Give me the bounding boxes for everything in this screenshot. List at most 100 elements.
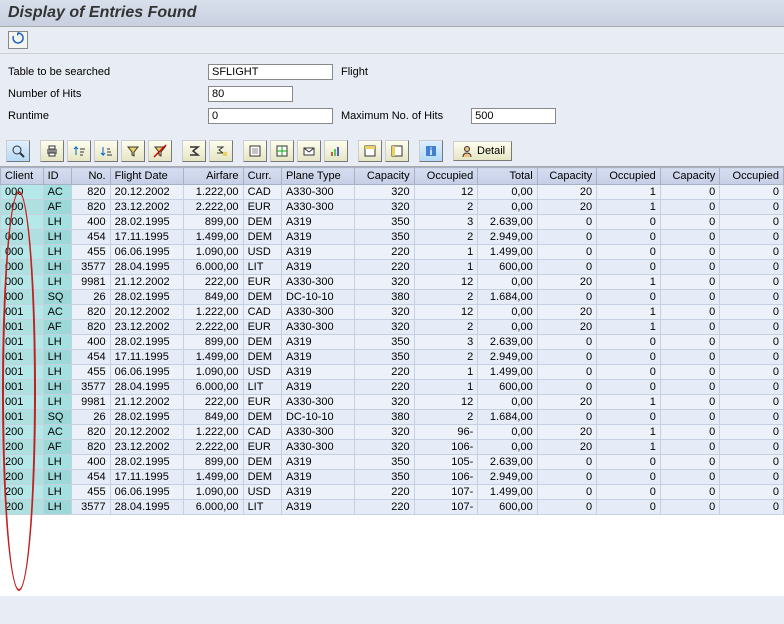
detail-button[interactable]: Detail xyxy=(453,141,512,161)
cell: 0 xyxy=(660,425,719,440)
cell: 380 xyxy=(355,410,414,425)
cell: 2 xyxy=(414,230,478,245)
cell: 2 xyxy=(414,350,478,365)
table-row[interactable]: 000LH998121.12.2002222,00EURA330-3003201… xyxy=(1,275,784,290)
info-icon[interactable]: i xyxy=(419,140,443,162)
sort-asc-icon[interactable] xyxy=(67,140,91,162)
cell: A319 xyxy=(281,470,354,485)
table-row[interactable]: 000SQ2628.02.1995849,00DEMDC-10-1038021.… xyxy=(1,290,784,305)
cell: DC-10-10 xyxy=(281,410,354,425)
refresh-icon[interactable] xyxy=(8,31,28,49)
results-table-wrap[interactable]: ClientIDNo.Flight DateAirfareCurr.Plane … xyxy=(0,166,784,596)
table-row[interactable]: 000LH45417.11.19951.499,00DEMA31935022.9… xyxy=(1,230,784,245)
table-row[interactable]: 000LH40028.02.1995899,00DEMA31935032.639… xyxy=(1,215,784,230)
cell: 1 xyxy=(597,305,661,320)
col-header[interactable]: Flight Date xyxy=(110,168,184,185)
cell: 899,00 xyxy=(184,335,243,350)
table-row[interactable]: 000AC82020.12.20021.222,00CADA330-300320… xyxy=(1,185,784,200)
col-header[interactable]: Client xyxy=(1,168,44,185)
layout-icon[interactable] xyxy=(358,140,382,162)
cell: 600,00 xyxy=(478,260,537,275)
cell: CAD xyxy=(243,185,281,200)
table-row[interactable]: 200LH45417.11.19951.499,00DEMA319350106-… xyxy=(1,470,784,485)
subtotal-icon[interactable] xyxy=(209,140,233,162)
cell: 28.04.1995 xyxy=(110,500,184,515)
cell: 0 xyxy=(597,215,661,230)
cell: 1.499,00 xyxy=(184,230,243,245)
cell: 0 xyxy=(720,275,784,290)
table-row[interactable]: 001SQ2628.02.1995849,00DEMDC-10-1038021.… xyxy=(1,410,784,425)
cell: 820 xyxy=(72,440,110,455)
col-header[interactable]: Occupied xyxy=(720,168,784,185)
col-header[interactable]: Occupied xyxy=(414,168,478,185)
table-row[interactable]: 001AF82023.12.20022.222,00EURA330-300320… xyxy=(1,320,784,335)
table-row[interactable]: 001AC82020.12.20021.222,00CADA330-300320… xyxy=(1,305,784,320)
cell: 0 xyxy=(660,485,719,500)
table-row[interactable]: 000AF82023.12.20022.222,00EURA330-300320… xyxy=(1,200,784,215)
cell: 1.499,00 xyxy=(478,485,537,500)
cell: 20 xyxy=(537,200,596,215)
cell: EUR xyxy=(243,200,281,215)
max-hits-input[interactable] xyxy=(471,108,556,124)
cell: 20 xyxy=(537,185,596,200)
cell: 0 xyxy=(597,470,661,485)
table-row[interactable]: 001LH357728.04.19956.000,00LITA319220160… xyxy=(1,380,784,395)
mail-icon[interactable] xyxy=(297,140,321,162)
col-header[interactable]: Capacity xyxy=(660,168,719,185)
table-row[interactable]: 200LH357728.04.19956.000,00LITA319220107… xyxy=(1,500,784,515)
cell: 320 xyxy=(355,200,414,215)
table-row[interactable]: 200AC82020.12.20021.222,00CADA330-300320… xyxy=(1,425,784,440)
cell: 1.684,00 xyxy=(478,290,537,305)
table-row[interactable]: 200AF82023.12.20022.222,00EURA330-300320… xyxy=(1,440,784,455)
cell: 000 xyxy=(1,275,44,290)
table-row[interactable]: 001LH40028.02.1995899,00DEMA31935032.639… xyxy=(1,335,784,350)
col-header[interactable]: Capacity xyxy=(537,168,596,185)
cell: 0,00 xyxy=(478,395,537,410)
cell: 220 xyxy=(355,485,414,500)
cell: 0 xyxy=(597,500,661,515)
filter-icon[interactable] xyxy=(121,140,145,162)
col-header[interactable]: Airfare xyxy=(184,168,243,185)
cell: 105- xyxy=(414,455,478,470)
col-header[interactable]: Plane Type xyxy=(281,168,354,185)
cell: 0 xyxy=(597,335,661,350)
export-spread-icon[interactable] xyxy=(270,140,294,162)
col-header[interactable]: Curr. xyxy=(243,168,281,185)
cell: 0 xyxy=(537,335,596,350)
cell: 1.090,00 xyxy=(184,485,243,500)
col-header[interactable]: Capacity xyxy=(355,168,414,185)
table-row[interactable]: 200LH45506.06.19951.090,00USDA319220107-… xyxy=(1,485,784,500)
cell: 320 xyxy=(355,425,414,440)
cell: 455 xyxy=(72,365,110,380)
cell: 350 xyxy=(355,230,414,245)
layout-change-icon[interactable] xyxy=(385,140,409,162)
table-row[interactable]: 001LH45417.11.19951.499,00DEMA31935022.9… xyxy=(1,350,784,365)
details-icon[interactable] xyxy=(6,140,30,162)
runtime-input[interactable] xyxy=(208,108,333,124)
export-icon[interactable] xyxy=(243,140,267,162)
cell: 17.11.1995 xyxy=(110,230,184,245)
table-search-input[interactable] xyxy=(208,64,333,80)
col-header[interactable]: ID xyxy=(43,168,72,185)
table-row[interactable]: 000LH357728.04.19956.000,00LITA319220160… xyxy=(1,260,784,275)
col-header[interactable]: Occupied xyxy=(597,168,661,185)
table-row[interactable]: 000LH45506.06.19951.090,00USDA31922011.4… xyxy=(1,245,784,260)
sum-icon[interactable] xyxy=(182,140,206,162)
col-header[interactable]: Total xyxy=(478,168,537,185)
cell: 23.12.2002 xyxy=(110,200,184,215)
col-header[interactable]: No. xyxy=(72,168,110,185)
cell: AF xyxy=(43,200,72,215)
filter-del-icon[interactable] xyxy=(148,140,172,162)
table-row[interactable]: 200LH40028.02.1995899,00DEMA319350105-2.… xyxy=(1,455,784,470)
cell: A330-300 xyxy=(281,200,354,215)
graph-icon[interactable] xyxy=(324,140,348,162)
print-icon[interactable] xyxy=(40,140,64,162)
sort-desc-icon[interactable] xyxy=(94,140,118,162)
cell: 0 xyxy=(720,185,784,200)
num-hits-input[interactable] xyxy=(208,86,293,102)
cell: 2.949,00 xyxy=(478,350,537,365)
cell: 000 xyxy=(1,215,44,230)
table-row[interactable]: 001LH998121.12.2002222,00EURA330-3003201… xyxy=(1,395,784,410)
table-row[interactable]: 001LH45506.06.19951.090,00USDA31922011.4… xyxy=(1,365,784,380)
cell: 1.499,00 xyxy=(478,245,537,260)
